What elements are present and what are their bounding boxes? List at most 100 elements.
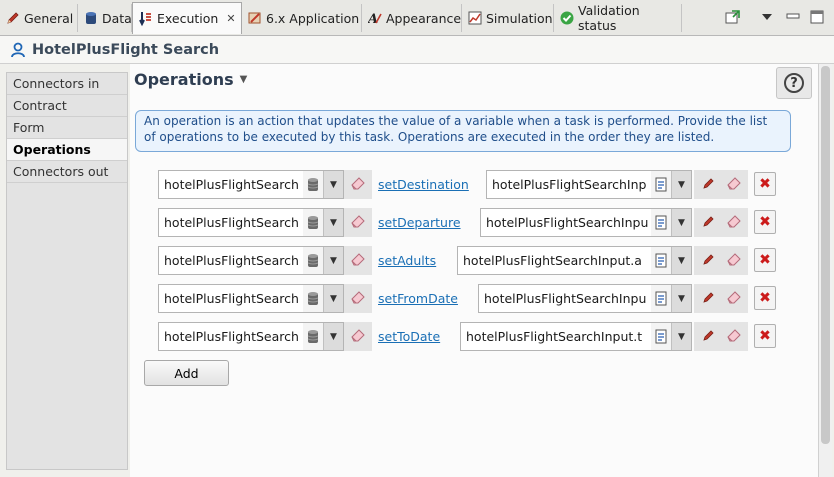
nav-connectors-out[interactable]: Connectors out	[7, 161, 127, 183]
clear-target-button[interactable]	[344, 170, 372, 199]
editor-header: HotelPlusFlight Search	[0, 36, 834, 64]
tab-validation-status[interactable]: Validation status	[554, 3, 682, 33]
edit-expression-button[interactable]	[694, 322, 722, 351]
variable-icon	[303, 285, 323, 312]
tab-general[interactable]: General	[0, 4, 78, 32]
script-icon	[651, 171, 671, 198]
value-expression-combo[interactable]: hotelPlusFlightSearchInpu ▼	[480, 208, 692, 237]
delete-icon: ✖	[759, 252, 771, 268]
operator-link[interactable]: setDestination	[378, 177, 469, 192]
value-expression-combo[interactable]: hotelPlusFlightSearchInput.a ▼	[457, 246, 692, 275]
execution-icon	[139, 11, 153, 27]
new-window-icon[interactable]	[724, 8, 742, 26]
target-variable-combo[interactable]: hotelPlusFlightSearch ▼	[158, 284, 344, 313]
script-icon	[651, 209, 671, 236]
clear-expression-button[interactable]	[720, 170, 748, 199]
view-menu-icon[interactable]	[758, 8, 776, 26]
eraser-icon	[350, 290, 366, 307]
remove-operation-button[interactable]: ✖	[754, 210, 776, 234]
chevron-down-icon[interactable]: ▼	[323, 171, 343, 198]
target-variable-text: hotelPlusFlightSearch	[164, 253, 299, 268]
vertical-scrollbar[interactable]	[818, 64, 832, 477]
clear-target-button[interactable]	[344, 284, 372, 313]
eraser-icon	[350, 252, 366, 269]
operator-link[interactable]: setAdults	[378, 253, 436, 268]
chevron-down-icon[interactable]: ▼	[671, 209, 691, 236]
tab-appearance[interactable]: A Appearance	[362, 4, 462, 32]
description-box: An operation is an action that updates t…	[135, 110, 791, 152]
help-button[interactable]: ?	[776, 67, 812, 99]
help-icon: ?	[784, 73, 804, 93]
target-variable-combo[interactable]: hotelPlusFlightSearch ▼	[158, 170, 344, 199]
collapse-toggle-icon[interactable]: ▼	[240, 74, 248, 85]
nav-form[interactable]: Form	[7, 117, 127, 139]
delete-icon: ✖	[759, 290, 771, 306]
close-tab-icon[interactable]: ✕	[226, 12, 235, 25]
tab-simulation[interactable]: Simulation	[462, 4, 554, 32]
maximize-icon[interactable]	[808, 8, 826, 26]
eraser-icon	[726, 176, 742, 193]
tab-appearance-label: Appearance	[386, 10, 462, 26]
tab-data[interactable]: Data	[78, 4, 132, 32]
delete-icon: ✖	[759, 176, 771, 192]
tab-data-label: Data	[102, 10, 132, 26]
operator-link[interactable]: setDeparture	[378, 215, 461, 230]
tab-execution[interactable]: Execution ✕	[132, 2, 242, 34]
remove-operation-button[interactable]: ✖	[754, 324, 776, 348]
minimize-icon[interactable]	[784, 8, 802, 26]
remove-operation-button[interactable]: ✖	[754, 172, 776, 196]
chevron-down-icon[interactable]: ▼	[671, 285, 691, 312]
chevron-down-icon[interactable]: ▼	[671, 323, 691, 350]
chevron-down-icon[interactable]: ▼	[671, 247, 691, 274]
eraser-icon	[726, 290, 742, 307]
clear-expression-button[interactable]	[720, 208, 748, 237]
eraser-icon	[726, 252, 742, 269]
chevron-down-icon[interactable]: ▼	[323, 247, 343, 274]
properties-tab-bar: General Data Execution ✕ 6.x Application…	[0, 0, 834, 36]
clear-target-button[interactable]	[344, 322, 372, 351]
target-variable-text: hotelPlusFlightSearch	[164, 291, 299, 306]
value-expression-combo[interactable]: hotelPlusFlightSearchInput.t ▼	[460, 322, 692, 351]
remove-operation-button[interactable]: ✖	[754, 286, 776, 310]
target-variable-combo[interactable]: hotelPlusFlightSearch ▼	[158, 208, 344, 237]
value-expression-combo[interactable]: hotelPlusFlightSearchInpu ▼	[478, 284, 692, 313]
operator-link[interactable]: setFromDate	[378, 291, 458, 306]
clear-target-button[interactable]	[344, 208, 372, 237]
clear-expression-button[interactable]	[720, 322, 748, 351]
delete-icon: ✖	[759, 328, 771, 344]
operation-row: hotelPlusFlightSearch ▼ setFromDate hote…	[158, 284, 778, 314]
edit-expression-button[interactable]	[694, 284, 722, 313]
tab-validation-label: Validation status	[578, 3, 640, 33]
nav-contract[interactable]: Contract	[7, 95, 127, 117]
section-nav: Connectors in Contract Form Operations C…	[6, 72, 128, 470]
pencil-icon	[6, 10, 20, 26]
edit-expression-button[interactable]	[694, 246, 722, 275]
clear-expression-button[interactable]	[720, 284, 748, 313]
clear-expression-button[interactable]	[720, 246, 748, 275]
database-icon	[84, 10, 98, 26]
nav-operations[interactable]: Operations	[7, 139, 127, 161]
target-variable-combo[interactable]: hotelPlusFlightSearch ▼	[158, 246, 344, 275]
target-variable-combo[interactable]: hotelPlusFlightSearch ▼	[158, 322, 344, 351]
remove-operation-button[interactable]: ✖	[754, 248, 776, 272]
add-operation-button[interactable]: Add	[144, 360, 229, 386]
chevron-down-icon[interactable]: ▼	[323, 285, 343, 312]
operator-link[interactable]: setToDate	[378, 329, 440, 344]
chevron-down-icon[interactable]: ▼	[323, 323, 343, 350]
edit-expression-button[interactable]	[694, 170, 722, 199]
eraser-icon	[726, 214, 742, 231]
nav-connectors-in[interactable]: Connectors in	[7, 73, 127, 95]
delete-icon: ✖	[759, 214, 771, 230]
clear-target-button[interactable]	[344, 246, 372, 275]
chevron-down-icon[interactable]: ▼	[323, 209, 343, 236]
edit-expression-button[interactable]	[694, 208, 722, 237]
operation-row: hotelPlusFlightSearch ▼ setDestination h…	[158, 170, 778, 200]
value-expression-combo[interactable]: hotelPlusFlightSearchInp ▼	[486, 170, 692, 199]
tab-application[interactable]: 6.x Application	[242, 4, 362, 32]
tab-simulation-label: Simulation	[486, 10, 553, 26]
scrollbar-thumb[interactable]	[821, 66, 830, 444]
target-variable-text: hotelPlusFlightSearch	[164, 177, 299, 192]
operations-panel: Operations ▼ ? An operation is an action…	[130, 64, 818, 477]
pencil-icon	[701, 328, 715, 345]
chevron-down-icon[interactable]: ▼	[671, 171, 691, 198]
